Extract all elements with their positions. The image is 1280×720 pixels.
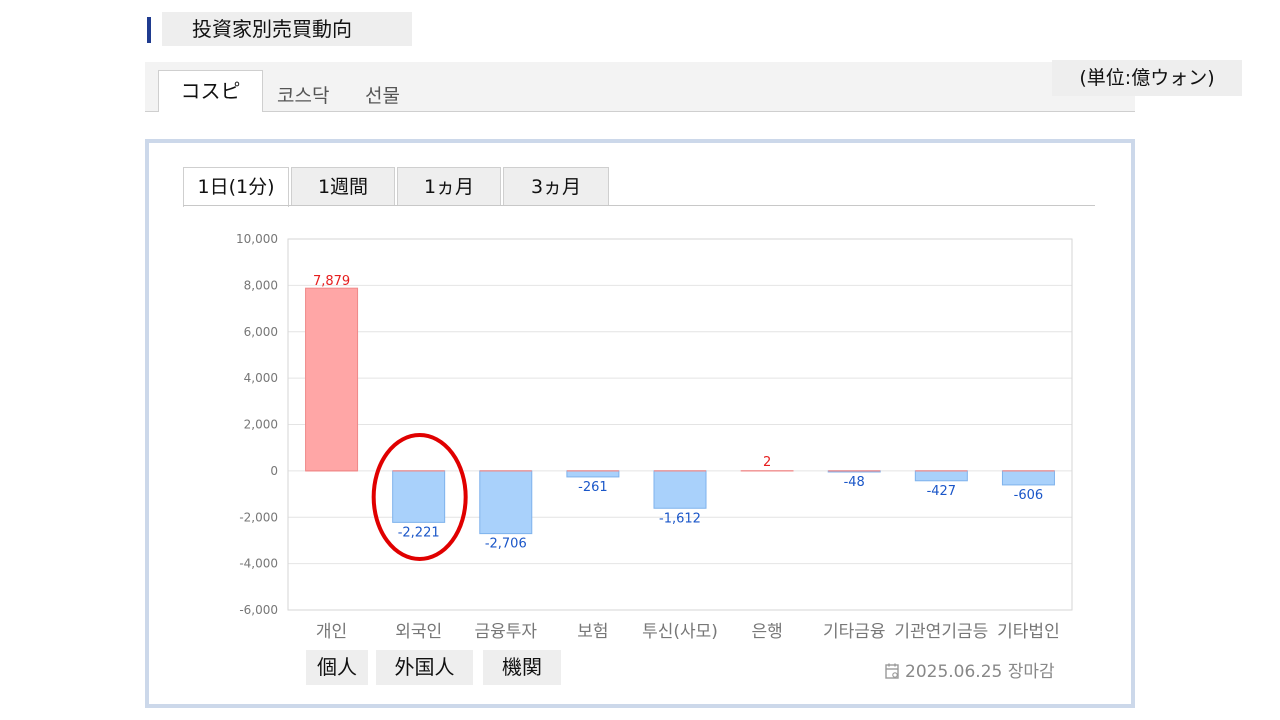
data-label: -427	[927, 484, 957, 499]
x-tick-label: 기관연기금등	[894, 622, 988, 642]
bar	[914, 470, 968, 482]
bar	[653, 470, 707, 509]
x-tick-label: 기타금융	[823, 622, 886, 642]
investor-bar-chart: 10,000 8,000 6,000 4,000 2,000 0 -2,000 -4,000 -…	[236, 232, 1073, 642]
bar	[479, 470, 533, 535]
x-tick-label: 개인	[316, 622, 347, 642]
x-tick-label: 금융투자	[474, 622, 537, 642]
y-tick-label: 0	[270, 464, 278, 478]
data-label: -1,612	[659, 511, 701, 526]
bar	[566, 470, 620, 478]
x-tick-label: 투신(사모)	[642, 622, 718, 642]
y-tick-label: -2,000	[239, 510, 278, 524]
translation-label-institution: 機関	[483, 650, 561, 685]
bar	[392, 470, 446, 523]
y-tick-label: 6,000	[244, 325, 278, 339]
data-label: 7,879	[313, 274, 350, 289]
x-tick-label: 은행	[751, 622, 782, 642]
translation-label-foreign: 外国人	[376, 650, 473, 685]
y-tick-label: -4,000	[239, 557, 278, 571]
y-tick-label: 4,000	[244, 371, 278, 385]
footer-date-text: 2025.06.25 장마감	[905, 662, 1055, 682]
bar	[305, 287, 359, 472]
y-tick-label: 10,000	[236, 232, 278, 246]
x-tick-label: 보험	[577, 622, 608, 642]
x-tick-label: 외국인	[395, 622, 442, 642]
data-label: 2	[763, 455, 771, 470]
data-label: -606	[1014, 488, 1044, 503]
footer-date: 2025.06.25 장마감	[885, 660, 1055, 684]
bar	[1001, 470, 1055, 486]
translation-label-individual: 個人	[306, 650, 368, 685]
y-tick-label: -6,000	[239, 603, 278, 617]
data-label: -48	[844, 475, 865, 490]
y-tick-label: 8,000	[244, 278, 278, 292]
x-tick-label: 기타법인	[997, 622, 1060, 642]
data-label: -2,706	[485, 537, 527, 552]
data-label: -2,221	[398, 525, 440, 540]
calendar-icon	[885, 663, 899, 679]
y-tick-label: 2,000	[244, 418, 278, 432]
data-label: -261	[578, 480, 608, 495]
